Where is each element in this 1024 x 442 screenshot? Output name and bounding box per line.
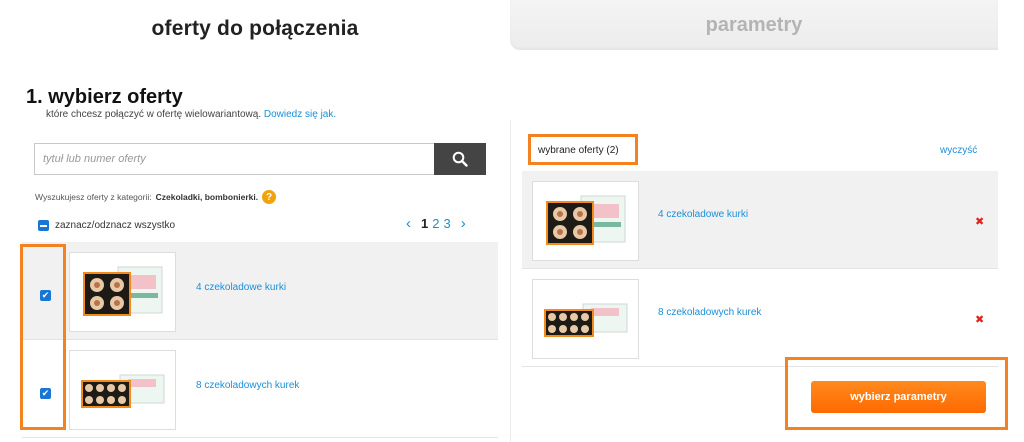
subtitle-text: które chcesz połączyć w ofertę wielowari… xyxy=(46,109,262,120)
pagination: ‹ 1 2 3 › xyxy=(400,215,472,232)
offer-thumbnail xyxy=(69,252,176,332)
offer-thumbnail xyxy=(69,350,176,430)
offer-title-link[interactable]: 8 czekoladowych kurek xyxy=(196,380,299,391)
offer-checkbox[interactable]: ✔ xyxy=(40,290,51,301)
page-link[interactable]: 3 xyxy=(443,216,450,231)
search-bar xyxy=(34,143,486,175)
page-title: 1. wybierz oferty xyxy=(26,86,183,108)
list-item[interactable]: ✔ 4 czekoladowe kurki xyxy=(22,242,498,340)
search-button[interactable] xyxy=(434,143,486,175)
list-item: 8 czekoladowych kurek ✖ xyxy=(522,269,998,367)
page-subtitle: które chcesz połączyć w ofertę wielowari… xyxy=(46,109,336,120)
panel-divider xyxy=(510,120,511,442)
page-link[interactable]: 2 xyxy=(432,216,439,231)
search-input[interactable] xyxy=(34,143,434,175)
choose-parameters-button[interactable]: wybierz parametry xyxy=(811,381,986,413)
tab-offers-label: oferty do połączenia xyxy=(151,17,359,40)
category-name: Czekoladki, bombonierki. xyxy=(155,192,259,202)
offer-title-link[interactable]: 4 czekoladowe kurki xyxy=(196,282,286,293)
product-image-8-eggs xyxy=(544,303,628,337)
offer-search-results: ✔ 4 czekoladowe kurki ✔ 8 czekoladowych … xyxy=(22,242,498,438)
chevron-left-icon[interactable]: ‹ xyxy=(400,215,417,232)
tab-offers[interactable]: oferty do połączenia xyxy=(0,0,510,58)
clear-selection-link[interactable]: wyczyść xyxy=(940,145,977,156)
offer-checkbox[interactable]: ✔ xyxy=(40,388,51,399)
remove-icon[interactable]: ✖ xyxy=(975,313,984,326)
selected-offers-label: wybrane oferty (2) xyxy=(538,145,619,156)
select-all-label: zaznacz/odznacz wszystko xyxy=(55,220,176,231)
offer-thumbnail xyxy=(532,279,639,359)
list-item[interactable]: ✔ 8 czekoladowych kurek xyxy=(22,340,498,438)
chevron-right-icon[interactable]: › xyxy=(455,215,472,232)
product-image-4-eggs xyxy=(546,195,626,245)
tab-parameters[interactable]: parametry xyxy=(510,0,998,50)
product-image-8-eggs xyxy=(81,374,165,408)
selected-offers-list: 4 czekoladowe kurki ✖ 8 czekoladowych ku… xyxy=(522,171,998,367)
offer-title-link[interactable]: 8 czekoladowych kurek xyxy=(658,307,761,318)
help-link[interactable]: Dowiedz się jak. xyxy=(264,109,336,120)
offer-title-link[interactable]: 4 czekoladowe kurki xyxy=(658,209,748,220)
help-icon[interactable]: ? xyxy=(262,190,277,204)
select-all-toggle[interactable]: zaznacz/odznacz wszystko xyxy=(38,220,175,231)
category-prefix: Wyszukujesz oferty z kategorii: xyxy=(35,192,152,202)
page-current: 1 xyxy=(421,216,429,231)
select-all-checkbox[interactable] xyxy=(38,220,49,231)
search-icon xyxy=(452,151,468,167)
remove-icon[interactable]: ✖ xyxy=(975,215,984,228)
list-item: 4 czekoladowe kurki ✖ xyxy=(522,171,998,269)
tab-parameters-label: parametry xyxy=(705,13,803,36)
offer-thumbnail xyxy=(532,181,639,261)
product-image-4-eggs xyxy=(83,266,163,316)
category-note: Wyszukujesz oferty z kategorii: Czekolad… xyxy=(35,190,277,204)
